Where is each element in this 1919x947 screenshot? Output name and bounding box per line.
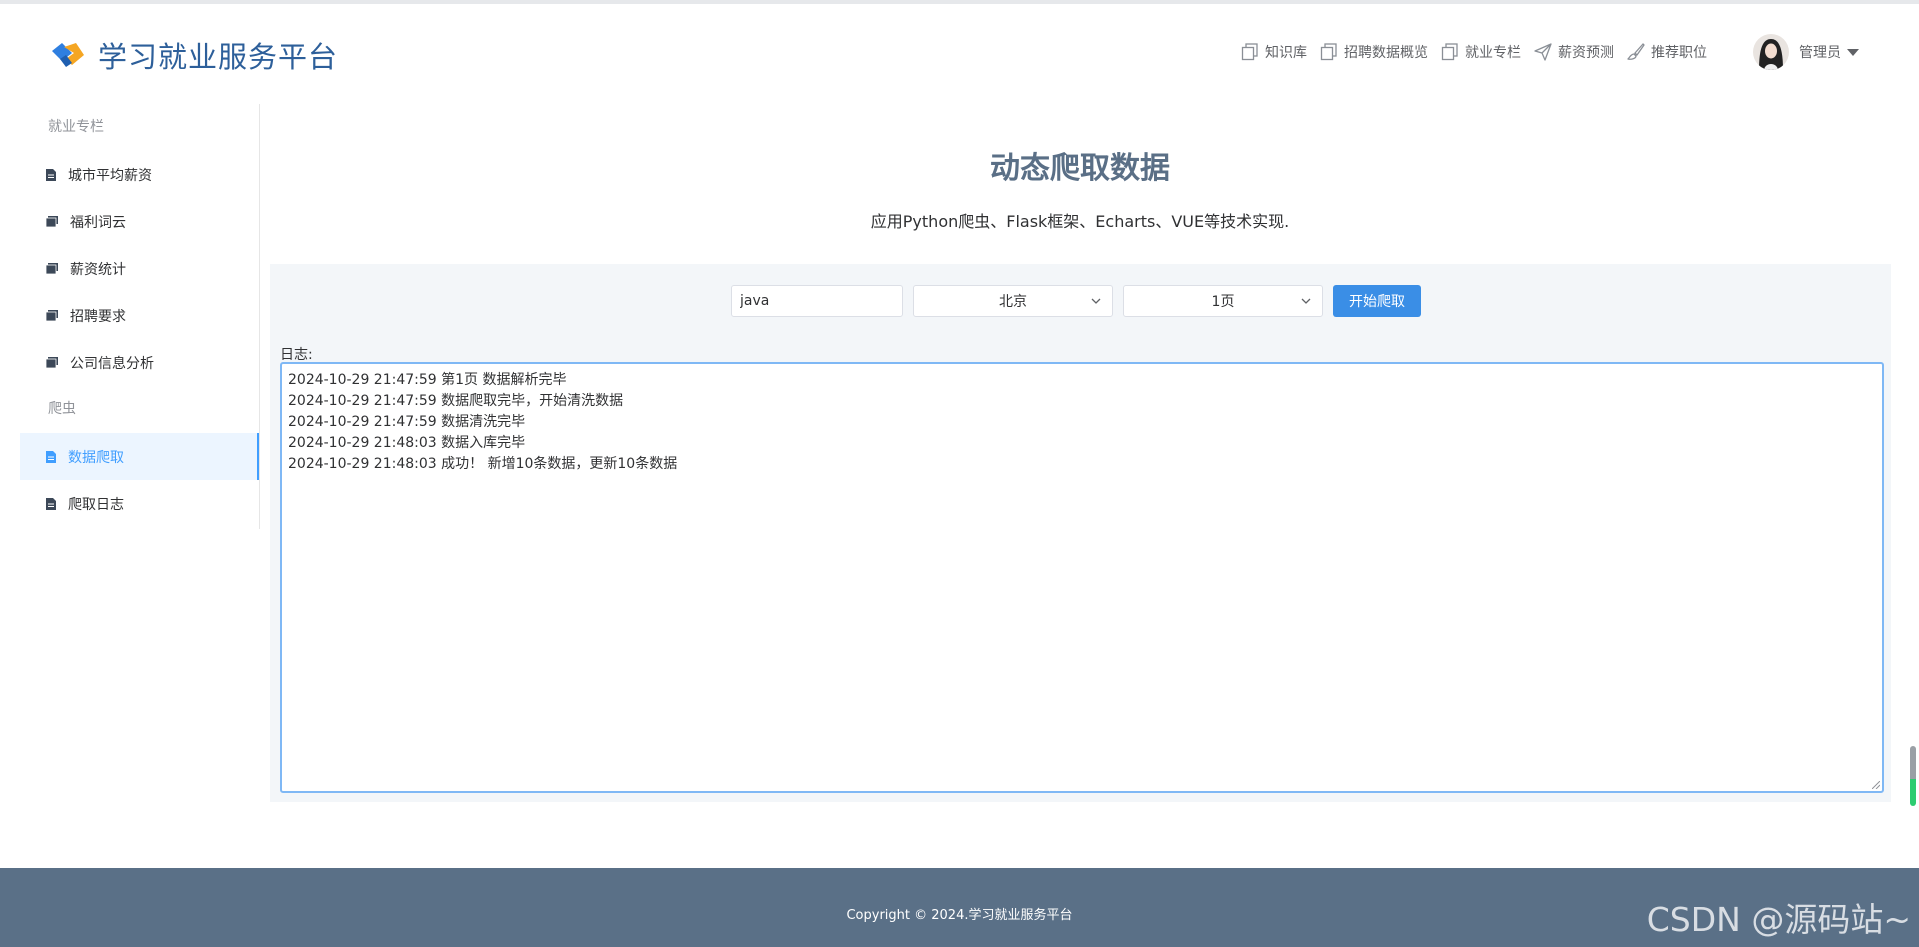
book-icon	[46, 216, 58, 227]
page-subtitle: 应用Python爬虫、Flask框架、Echarts、VUE等技术实现.	[870, 212, 1290, 231]
sidebar-item-crawl-log[interactable]: 爬取日志	[20, 480, 259, 527]
sidebar-item-label: 公司信息分析	[70, 355, 154, 372]
user-menu[interactable]: 管理员	[1753, 34, 1859, 70]
brush-icon	[1627, 43, 1645, 60]
document-icon	[46, 168, 56, 181]
log-label: 日志:	[280, 347, 313, 363]
nav-recruitment-overview[interactable]: 招聘数据概览	[1320, 42, 1428, 62]
page-title: 动态爬取数据	[990, 151, 1170, 186]
city-select-value: 北京	[999, 294, 1027, 310]
document-icon	[46, 450, 56, 463]
avatar	[1753, 34, 1789, 70]
nav-recommended-jobs[interactable]: 推荐职位	[1627, 42, 1707, 62]
copy-icon	[1241, 43, 1258, 61]
log-line: 2024-10-29 21:47:59 数据清洗完毕	[288, 414, 526, 430]
sidebar-item-label: 薪资统计	[70, 261, 126, 278]
sidebar-group-crawler: 爬虫	[48, 401, 76, 417]
caret-down-icon	[1847, 48, 1859, 56]
copy-icon	[1441, 43, 1458, 61]
sidebar-item-benefits-wordcloud[interactable]: 福利词云	[20, 198, 259, 245]
scroll-indicator[interactable]	[1910, 746, 1916, 806]
nav-label: 知识库	[1265, 45, 1307, 61]
watermark-text: CSDN @源码站~	[1646, 900, 1911, 939]
book-icon	[46, 357, 58, 368]
user-name: 管理员	[1799, 45, 1841, 61]
logo[interactable]: 学习就业服务平台	[50, 34, 338, 76]
header: 学习就业服务平台 知识库 招聘数据概览 就业专栏 薪资预测 推荐职位 管理员	[0, 4, 1919, 104]
nav-label: 就业专栏	[1465, 45, 1521, 61]
chevron-down-icon	[1301, 298, 1311, 304]
copyright-text: Copyright © 2024.学习就业服务平台	[846, 908, 1073, 923]
handshake-logo-icon	[52, 43, 84, 67]
sidebar: 就业专栏 城市平均薪资 福利词云 薪资统计 招聘要求 公司信息分析 爬虫 数据爬…	[20, 104, 260, 529]
nav-employment-column[interactable]: 就业专栏	[1441, 42, 1521, 62]
sidebar-item-label: 招聘要求	[70, 308, 126, 325]
resize-handle-icon[interactable]	[1872, 781, 1880, 789]
sidebar-item-salary-stats[interactable]: 薪资统计	[20, 245, 259, 292]
log-textarea[interactable]: 2024-10-29 21:47:59 第1页 数据解析完毕 2024-10-2…	[280, 362, 1884, 793]
nav-knowledge-base[interactable]: 知识库	[1241, 42, 1307, 62]
sidebar-item-label: 福利词云	[70, 214, 126, 231]
nav-label: 招聘数据概览	[1344, 45, 1428, 61]
nav-label: 薪资预测	[1558, 45, 1614, 61]
sidebar-item-label: 数据爬取	[68, 449, 124, 466]
chevron-down-icon	[1091, 298, 1101, 304]
sidebar-item-label: 城市平均薪资	[68, 167, 152, 184]
book-icon	[46, 310, 58, 321]
page-select-value: 1页	[1211, 294, 1235, 310]
start-crawl-button[interactable]: 开始爬取	[1333, 285, 1421, 317]
sidebar-group-employment: 就业专栏	[48, 119, 104, 135]
footer: Copyright © 2024.学习就业服务平台 CSDN @源码站~	[0, 868, 1919, 947]
sidebar-item-job-requirements[interactable]: 招聘要求	[20, 292, 259, 339]
top-nav: 知识库 招聘数据概览 就业专栏 薪资预测 推荐职位	[1228, 42, 1707, 62]
log-line: 2024-10-29 21:47:59 数据爬取完毕，开始清洗数据	[288, 393, 624, 409]
city-select[interactable]: 北京	[913, 285, 1113, 317]
sidebar-item-city-salary[interactable]: 城市平均薪资	[20, 151, 259, 198]
page-select[interactable]: 1页	[1123, 285, 1323, 317]
document-icon	[46, 497, 56, 510]
send-icon	[1534, 43, 1552, 61]
copy-icon	[1320, 43, 1337, 61]
sidebar-item-company-analysis[interactable]: 公司信息分析	[20, 339, 259, 386]
crawl-form: 北京 1页 开始爬取	[731, 285, 1421, 317]
log-line: 2024-10-29 21:48:03 成功！ 新增10条数据，更新10条数据	[288, 456, 678, 472]
app-title: 学习就业服务平台	[98, 40, 339, 74]
book-icon	[46, 263, 58, 274]
log-line: 2024-10-29 21:48:03 数据入库完毕	[288, 435, 526, 451]
log-line: 2024-10-29 21:47:59 第1页 数据解析完毕	[288, 372, 567, 388]
nav-label: 推荐职位	[1651, 45, 1707, 61]
sidebar-item-label: 爬取日志	[68, 496, 124, 513]
crawl-panel: 北京 1页 开始爬取 日志: 2024-10-29 21:47:59 第1页 数…	[270, 264, 1891, 802]
keyword-input[interactable]	[731, 285, 903, 317]
sidebar-item-data-crawl[interactable]: 数据爬取	[20, 433, 259, 480]
nav-salary-prediction[interactable]: 薪资预测	[1534, 42, 1614, 62]
